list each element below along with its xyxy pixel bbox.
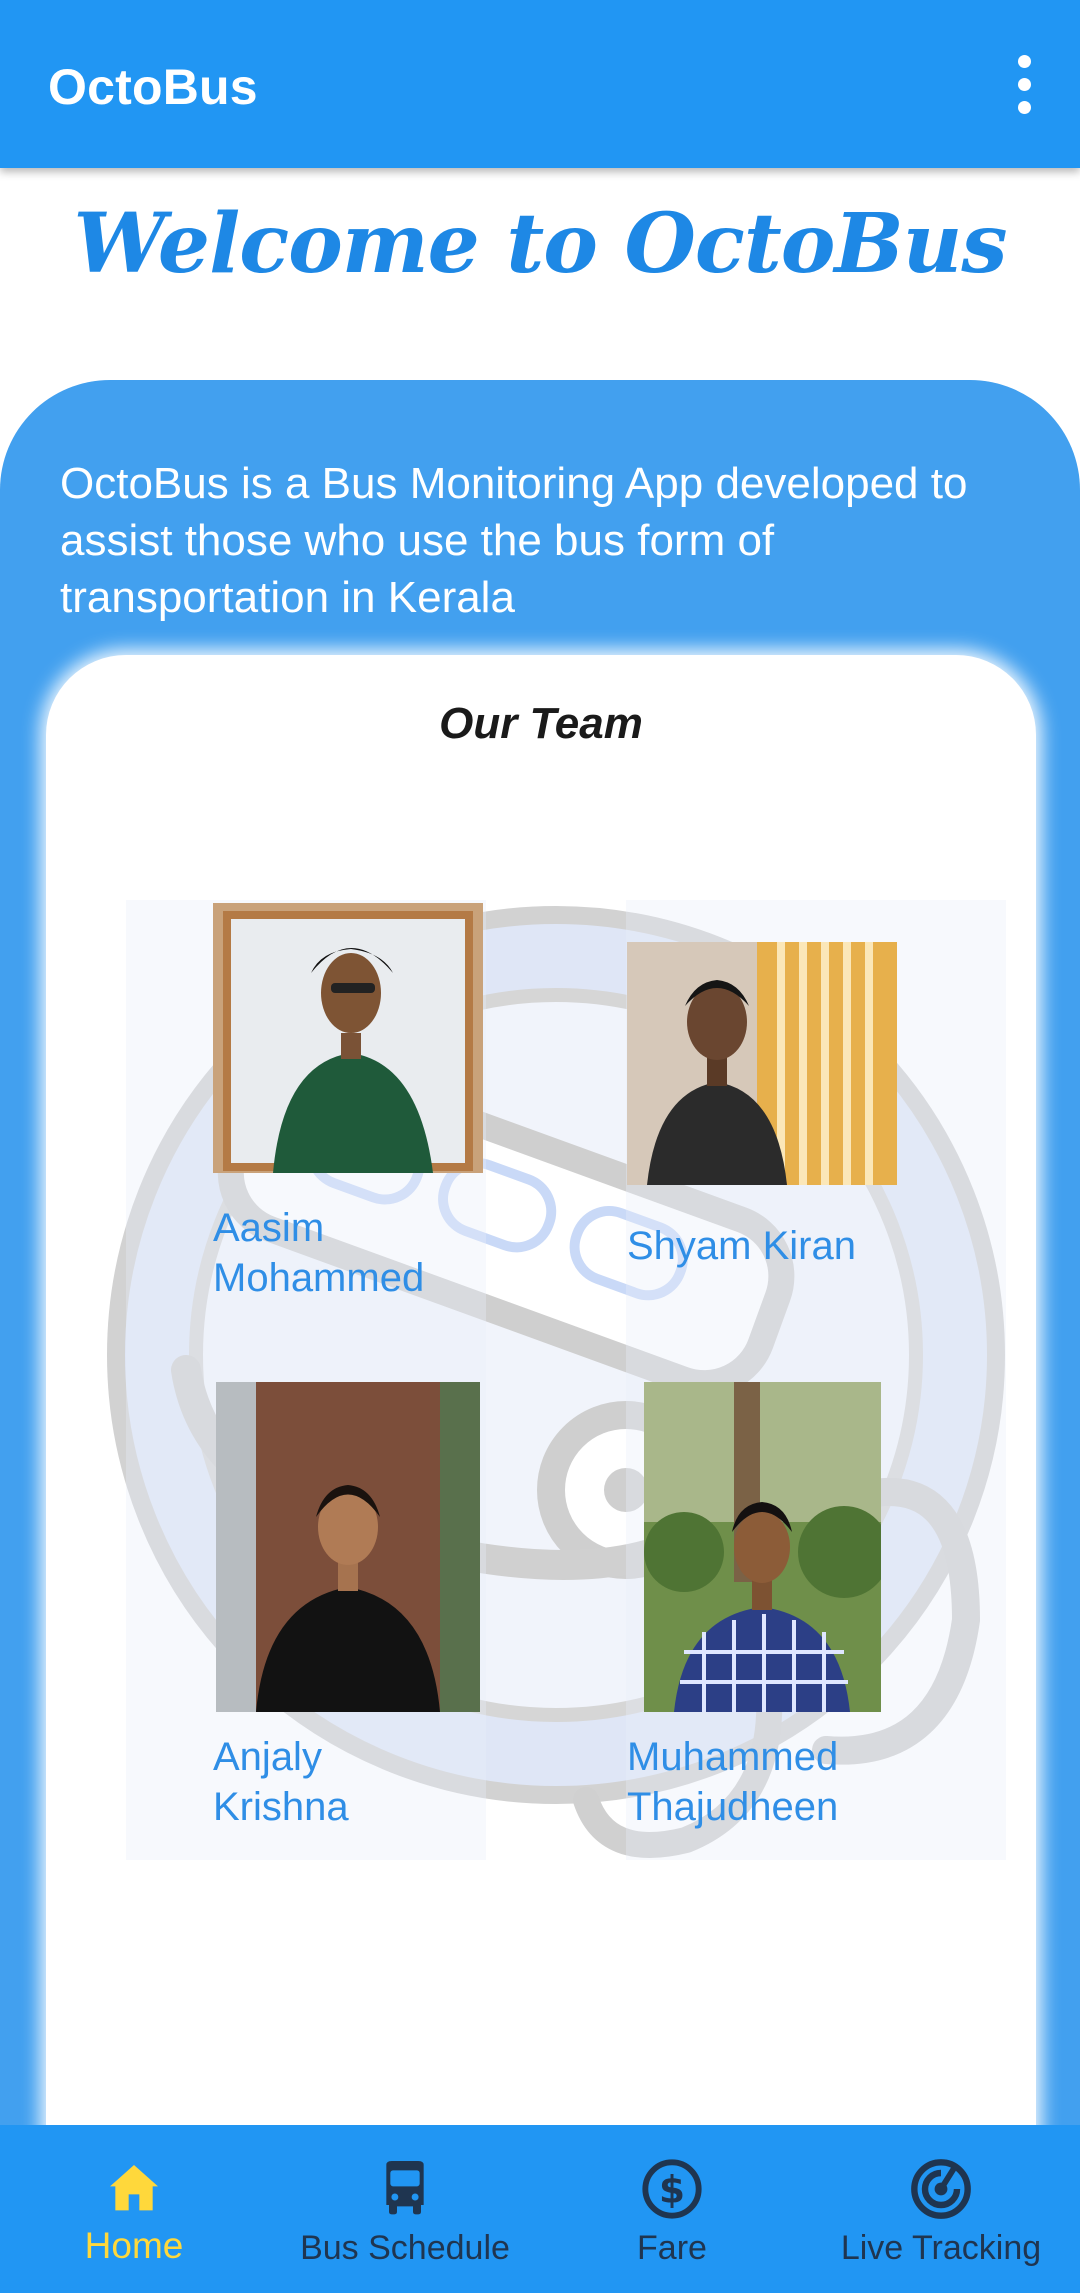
welcome-heading: Welcome to OctoBus — [73, 196, 1008, 292]
more-vert-icon — [1017, 54, 1031, 68]
radar-icon — [911, 2159, 971, 2219]
dollar-icon: $ — [642, 2159, 702, 2219]
bus-icon — [386, 2161, 424, 2215]
team-member-card: Shyam Kiran — [627, 942, 927, 1302]
member-photo — [216, 1382, 480, 1712]
app-bar: OctoBus — [0, 0, 1080, 168]
intro-text: OctoBus is a Bus Monitoring App develope… — [60, 459, 968, 622]
nav-label-bus-schedule: Bus Schedule — [300, 2229, 510, 2267]
nav-item-live-tracking[interactable]: Live Tracking — [802, 2125, 1080, 2293]
member-photo — [627, 942, 897, 1185]
bottom-navigation: Home Bus Schedule $ Fare Live Tracking — [0, 2125, 1080, 2293]
nav-item-fare[interactable]: $ Fare — [542, 2125, 802, 2293]
team-card: Our Team Aasim Mohammed Shyam Kiran Anja… — [46, 655, 1036, 2215]
svg-text:$: $ — [659, 2167, 685, 2211]
member-photo — [213, 903, 483, 1173]
member-name: Anjaly Krishna — [213, 1735, 349, 1829]
nav-item-home[interactable]: Home — [0, 2125, 268, 2293]
team-member-card: Anjaly Krishna — [213, 1382, 513, 1829]
team-title: Our Team — [439, 699, 643, 748]
member-photo — [644, 1382, 881, 1712]
member-name: Aasim Mohammed — [213, 1206, 425, 1300]
app-title: OctoBus — [48, 59, 258, 115]
team-member-card: Aasim Mohammed — [213, 903, 513, 1303]
home-icon — [110, 2165, 158, 2211]
nav-item-bus-schedule[interactable]: Bus Schedule — [268, 2125, 542, 2293]
team-member-card: Muhammed Thajudheen — [627, 1382, 927, 1829]
member-name: Shyam Kiran — [627, 1224, 856, 1268]
nav-label-live-tracking: Live Tracking — [840, 2229, 1042, 2267]
nav-label-home: Home — [84, 2225, 184, 2266]
nav-label-fare: Fare — [637, 2229, 707, 2267]
more-options-button[interactable] — [988, 44, 1060, 124]
member-name: Muhammed Thajudheen — [627, 1735, 839, 1829]
